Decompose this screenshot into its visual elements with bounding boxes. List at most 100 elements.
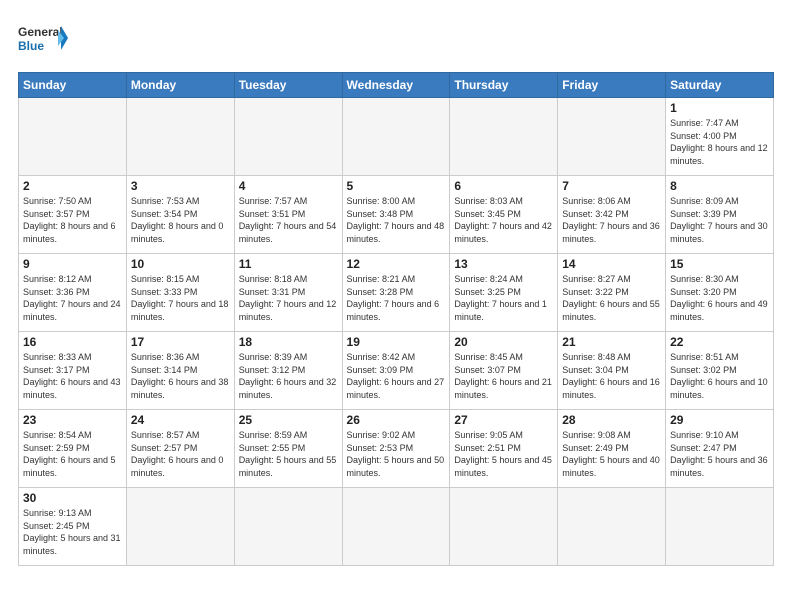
calendar-cell: 5 Sunrise: 8:00 AM Sunset: 3:48 PM Daylig… xyxy=(342,176,450,254)
day-info: Sunrise: 8:39 AM Sunset: 3:12 PM Dayligh… xyxy=(239,351,338,401)
calendar-week-1: 2Sunrise: 7:50 AM Sunset: 3:57 PM Daylig… xyxy=(19,176,774,254)
page: General Blue SundayMondayTuesdayWednesda… xyxy=(0,0,792,576)
day-number: 28 xyxy=(562,413,661,427)
day-number: 18 xyxy=(239,335,338,349)
day-info: Sunrise: 8:00 AM Sunset: 3:48 PM Dayligh… xyxy=(347,195,446,245)
calendar-cell: 13Sunrise: 8:24 AM Sunset: 3:25 PM Dayli… xyxy=(450,254,558,332)
calendar-cell: 15 Sunrise: 8:30 AM Sunset: 3:20 PM Dayli… xyxy=(666,254,774,332)
weekday-header-wednesday: Wednesday xyxy=(342,73,450,98)
calendar-cell: 12Sunrise: 8:21 AM Sunset: 3:28 PM Dayli… xyxy=(342,254,450,332)
calendar-cell xyxy=(558,98,666,176)
day-info: Sunrise: 8:03 AM Sunset: 3:45 PM Dayligh… xyxy=(454,195,553,245)
day-info: Sunrise: 9:08 AM Sunset: 2:49 PM Dayligh… xyxy=(562,429,661,479)
calendar-cell: 14Sunrise: 8:27 AM Sunset: 3:22 PM Dayli… xyxy=(558,254,666,332)
day-number: 22 xyxy=(670,335,769,349)
day-number: 23 xyxy=(23,413,122,427)
day-number: 17 xyxy=(131,335,230,349)
calendar-cell xyxy=(558,488,666,566)
calendar-cell xyxy=(126,488,234,566)
day-info: Sunrise: 8:42 AM Sunset: 3:09 PM Dayligh… xyxy=(347,351,446,401)
calendar-cell: 16 Sunrise: 8:33 AM Sunset: 3:17 PM Dayli… xyxy=(19,332,127,410)
day-info: Sunrise: 9:02 AM Sunset: 2:53 PM Dayligh… xyxy=(347,429,446,479)
weekday-header-friday: Friday xyxy=(558,73,666,98)
day-number: 26 xyxy=(347,413,446,427)
day-number: 24 xyxy=(131,413,230,427)
calendar-cell: 6 Sunrise: 8:03 AM Sunset: 3:45 PM Daylig… xyxy=(450,176,558,254)
calendar-cell: 1 Sunrise: 7:47 AM Sunset: 4:00 PM Daylig… xyxy=(666,98,774,176)
day-info: Sunrise: 8:18 AM Sunset: 3:31 PM Dayligh… xyxy=(239,273,338,323)
day-info: Sunrise: 8:57 AM Sunset: 2:57 PM Dayligh… xyxy=(131,429,230,479)
day-info: Sunrise: 8:15 AM Sunset: 3:33 PM Dayligh… xyxy=(131,273,230,323)
day-info: Sunrise: 8:21 AM Sunset: 3:28 PM Dayligh… xyxy=(347,273,446,323)
calendar-cell xyxy=(126,98,234,176)
calendar-cell: 21 Sunrise: 8:48 AM Sunset: 3:04 PM Dayli… xyxy=(558,332,666,410)
calendar-cell: 17 Sunrise: 8:36 AM Sunset: 3:14 PM Dayli… xyxy=(126,332,234,410)
weekday-row: SundayMondayTuesdayWednesdayThursdayFrid… xyxy=(19,73,774,98)
day-number: 21 xyxy=(562,335,661,349)
day-number: 9 xyxy=(23,257,122,271)
calendar-cell: 23 Sunrise: 8:54 AM Sunset: 2:59 PM Dayli… xyxy=(19,410,127,488)
day-number: 8 xyxy=(670,179,769,193)
svg-text:General: General xyxy=(18,25,63,39)
day-info: Sunrise: 8:06 AM Sunset: 3:42 PM Dayligh… xyxy=(562,195,661,245)
day-number: 19 xyxy=(347,335,446,349)
day-info: Sunrise: 8:33 AM Sunset: 3:17 PM Dayligh… xyxy=(23,351,122,401)
day-info: Sunrise: 8:12 AM Sunset: 3:36 PM Dayligh… xyxy=(23,273,122,323)
calendar-week-5: 30Sunrise: 9:13 AM Sunset: 2:45 PM Dayli… xyxy=(19,488,774,566)
day-number: 11 xyxy=(239,257,338,271)
day-number: 16 xyxy=(23,335,122,349)
logo-svg: General Blue xyxy=(18,18,68,62)
calendar-cell xyxy=(450,98,558,176)
weekday-header-sunday: Sunday xyxy=(19,73,127,98)
day-info: Sunrise: 8:36 AM Sunset: 3:14 PM Dayligh… xyxy=(131,351,230,401)
day-info: Sunrise: 9:10 AM Sunset: 2:47 PM Dayligh… xyxy=(670,429,769,479)
calendar-cell: 19 Sunrise: 8:42 AM Sunset: 3:09 PM Dayli… xyxy=(342,332,450,410)
calendar-cell: 9 Sunrise: 8:12 AM Sunset: 3:36 PM Daylig… xyxy=(19,254,127,332)
day-info: Sunrise: 8:45 AM Sunset: 3:07 PM Dayligh… xyxy=(454,351,553,401)
calendar-cell: 2Sunrise: 7:50 AM Sunset: 3:57 PM Daylig… xyxy=(19,176,127,254)
calendar-header: SundayMondayTuesdayWednesdayThursdayFrid… xyxy=(19,73,774,98)
day-info: Sunrise: 8:09 AM Sunset: 3:39 PM Dayligh… xyxy=(670,195,769,245)
calendar-week-0: 1 Sunrise: 7:47 AM Sunset: 4:00 PM Daylig… xyxy=(19,98,774,176)
calendar-cell: 22 Sunrise: 8:51 AM Sunset: 3:02 PM Dayli… xyxy=(666,332,774,410)
day-number: 10 xyxy=(131,257,230,271)
day-info: Sunrise: 9:13 AM Sunset: 2:45 PM Dayligh… xyxy=(23,507,122,557)
calendar-cell xyxy=(666,488,774,566)
weekday-header-tuesday: Tuesday xyxy=(234,73,342,98)
calendar-week-3: 16 Sunrise: 8:33 AM Sunset: 3:17 PM Dayli… xyxy=(19,332,774,410)
calendar-cell: 18 Sunrise: 8:39 AM Sunset: 3:12 PM Dayli… xyxy=(234,332,342,410)
logo: General Blue xyxy=(18,18,68,62)
day-info: Sunrise: 8:24 AM Sunset: 3:25 PM Dayligh… xyxy=(454,273,553,323)
day-info: Sunrise: 8:48 AM Sunset: 3:04 PM Dayligh… xyxy=(562,351,661,401)
day-number: 1 xyxy=(670,101,769,115)
calendar-week-4: 23 Sunrise: 8:54 AM Sunset: 2:59 PM Dayli… xyxy=(19,410,774,488)
calendar-cell: 20Sunrise: 8:45 AM Sunset: 3:07 PM Dayli… xyxy=(450,332,558,410)
weekday-header-thursday: Thursday xyxy=(450,73,558,98)
calendar-cell: 4Sunrise: 7:57 AM Sunset: 3:51 PM Daylig… xyxy=(234,176,342,254)
day-info: Sunrise: 7:50 AM Sunset: 3:57 PM Dayligh… xyxy=(23,195,122,245)
day-number: 25 xyxy=(239,413,338,427)
calendar-table: SundayMondayTuesdayWednesdayThursdayFrid… xyxy=(18,72,774,566)
calendar-cell: 3Sunrise: 7:53 AM Sunset: 3:54 PM Daylig… xyxy=(126,176,234,254)
calendar-cell xyxy=(19,98,127,176)
day-info: Sunrise: 7:47 AM Sunset: 4:00 PM Dayligh… xyxy=(670,117,769,167)
weekday-header-saturday: Saturday xyxy=(666,73,774,98)
calendar-cell: 26 Sunrise: 9:02 AM Sunset: 2:53 PM Dayli… xyxy=(342,410,450,488)
day-info: Sunrise: 8:30 AM Sunset: 3:20 PM Dayligh… xyxy=(670,273,769,323)
calendar-body: 1 Sunrise: 7:47 AM Sunset: 4:00 PM Daylig… xyxy=(19,98,774,566)
svg-text:Blue: Blue xyxy=(18,39,44,53)
weekday-header-monday: Monday xyxy=(126,73,234,98)
day-number: 6 xyxy=(454,179,553,193)
day-number: 5 xyxy=(347,179,446,193)
day-info: Sunrise: 8:27 AM Sunset: 3:22 PM Dayligh… xyxy=(562,273,661,323)
day-number: 27 xyxy=(454,413,553,427)
calendar-cell xyxy=(234,98,342,176)
day-number: 15 xyxy=(670,257,769,271)
day-info: Sunrise: 8:51 AM Sunset: 3:02 PM Dayligh… xyxy=(670,351,769,401)
calendar-cell xyxy=(234,488,342,566)
day-info: Sunrise: 8:54 AM Sunset: 2:59 PM Dayligh… xyxy=(23,429,122,479)
day-info: Sunrise: 9:05 AM Sunset: 2:51 PM Dayligh… xyxy=(454,429,553,479)
day-info: Sunrise: 7:57 AM Sunset: 3:51 PM Dayligh… xyxy=(239,195,338,245)
calendar-cell xyxy=(342,488,450,566)
day-info: Sunrise: 7:53 AM Sunset: 3:54 PM Dayligh… xyxy=(131,195,230,245)
